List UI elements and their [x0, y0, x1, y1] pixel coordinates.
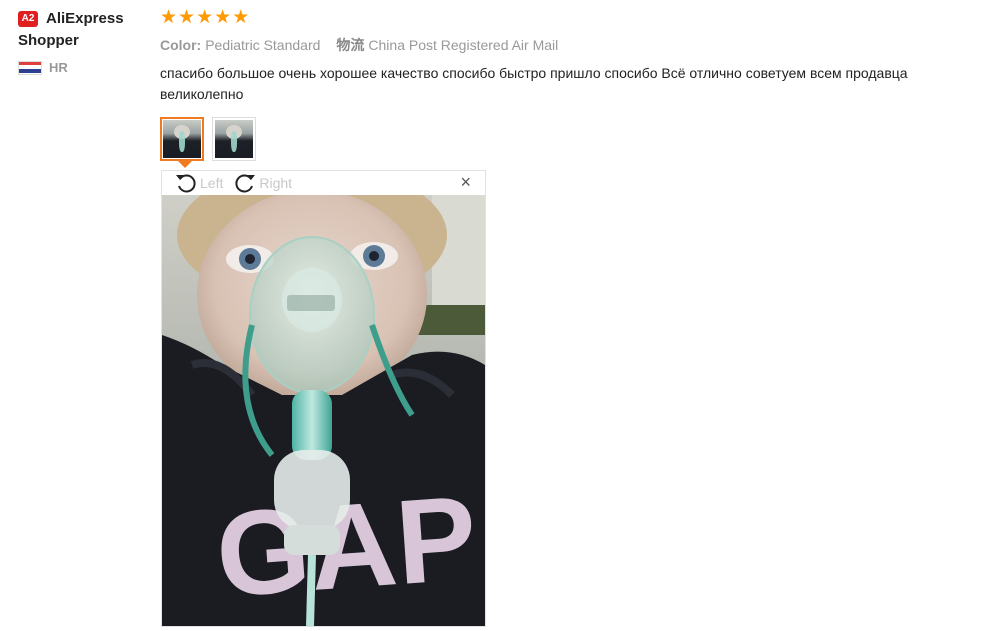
review-text: спасибо большое очень хорошее качество с…	[160, 65, 908, 102]
review-thumbnails	[160, 117, 990, 168]
thumbnail-image	[215, 120, 253, 158]
rotate-right-icon	[235, 174, 256, 192]
star-icon: ★	[232, 6, 250, 28]
star-icon: ★	[160, 6, 178, 28]
rotate-left-icon	[176, 174, 196, 192]
logistics-label: 物流	[336, 37, 365, 53]
close-icon[interactable]: ×	[460, 173, 471, 191]
active-thumbnail-arrow-icon	[178, 161, 192, 168]
review-photo: GAP	[162, 195, 485, 626]
buyer-name-line1: AliExpress	[46, 10, 124, 27]
croatia-flag-icon	[18, 60, 42, 75]
buyer-name-row: A2 AliExpress Shopper	[18, 8, 148, 52]
viewer-toolbar: Left Right ×	[162, 171, 485, 194]
rotate-left-label: Left	[200, 174, 224, 191]
star-icon: ★	[178, 6, 196, 28]
review-thumbnail-1[interactable]	[160, 117, 204, 168]
rotate-right-button[interactable]: Right	[233, 172, 292, 194]
rotate-right-label: Right	[259, 174, 293, 191]
buyer-name: AliExpress Shopper	[18, 8, 148, 52]
star-rating: ★ ★ ★ ★ ★	[160, 6, 990, 28]
buyer-info: A2 AliExpress Shopper HR	[18, 8, 148, 75]
rotate-left-button[interactable]: Left	[174, 172, 223, 194]
order-attributes: Color: Pediatric Standard 物流 China Post …	[160, 35, 990, 55]
logistics-value: China Post Registered Air Mail	[368, 37, 559, 53]
buyer-country: HR	[18, 60, 148, 75]
image-viewer: Left Right × GAP	[161, 170, 486, 627]
child-with-nebulizer-mask-photo: GAP	[162, 195, 485, 626]
country-code: HR	[49, 60, 68, 75]
buyer-level-badge: A2	[18, 11, 38, 27]
star-icon: ★	[196, 6, 214, 28]
review-item: A2 AliExpress Shopper HR ★ ★ ★ ★ ★ Color…	[0, 0, 1000, 631]
thumbnail-image	[163, 120, 201, 158]
star-icon: ★	[214, 6, 232, 28]
review-body: ★ ★ ★ ★ ★ Color: Pediatric Standard 物流 C…	[160, 6, 990, 168]
color-label: Color:	[160, 37, 202, 53]
review-thumbnail-2[interactable]	[212, 117, 256, 161]
color-value: Pediatric Standard	[205, 37, 321, 53]
buyer-name-line2: Shopper	[18, 32, 79, 49]
